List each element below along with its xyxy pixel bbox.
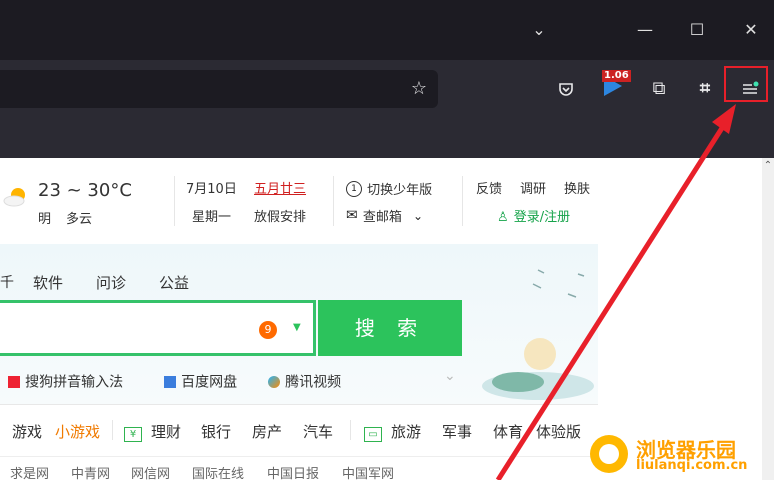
extensions-puzzle-icon[interactable]: ⧉ [644, 74, 674, 104]
quick-link-label: 搜狗拼音输入法 [25, 374, 124, 391]
nav-mini-game[interactable]: 小游戏 [55, 421, 100, 442]
user-icon: ♙ [497, 210, 509, 225]
mail-label: 查邮箱 [362, 210, 402, 225]
maximize-icon[interactable]: ☐ [680, 15, 714, 45]
finance-icon: ¥ [124, 422, 142, 442]
title-bar: ⌄ — ☐ ✕ [0, 0, 774, 60]
highlight-box [724, 66, 768, 102]
crop-icon[interactable]: ⌗ [690, 74, 720, 104]
chevron-down-icon[interactable]: ⌄ [522, 15, 556, 45]
tab-software[interactable]: 软件 [33, 272, 63, 293]
nav-game[interactable]: 游戏 [12, 421, 42, 442]
tab-prefix: 千 [0, 275, 14, 291]
tab-charity[interactable]: 公益 [159, 272, 189, 293]
news-link[interactable]: 中国日报 [267, 463, 319, 482]
nav-bank[interactable]: 银行 [201, 421, 231, 442]
youth-mode-link[interactable]: 1 切换少年版 [346, 178, 432, 198]
holiday-link[interactable]: 放假安排 [254, 206, 306, 225]
chevron-down-icon[interactable]: ⌄ [413, 209, 423, 223]
nav-house[interactable]: 房产 [252, 421, 282, 442]
nav-sports[interactable]: 体育 [493, 421, 523, 442]
divider [0, 456, 598, 457]
tab-consult[interactable]: 问诊 [96, 272, 126, 293]
weather-condition: 多云 [66, 212, 93, 227]
baidu-pan-icon [164, 375, 176, 388]
extension-button[interactable]: 1.06 [600, 68, 631, 98]
youth-icon: 1 [346, 180, 362, 197]
news-link[interactable]: 网信网 [131, 463, 170, 482]
login-link[interactable]: ♙ 登录/注册 [497, 206, 570, 225]
divider [174, 176, 175, 226]
divider [350, 420, 351, 440]
nav-car[interactable]: 汽车 [303, 421, 333, 442]
close-icon[interactable]: ✕ [734, 15, 768, 45]
divider [112, 420, 113, 440]
mail-link[interactable]: ✉ 查邮箱 ⌄ [346, 205, 423, 226]
watermark-url: liulanqi.com.cn [636, 458, 748, 473]
quick-link-label: 百度网盘 [181, 374, 238, 391]
search-suggest-badge: 9 [259, 321, 277, 339]
quick-link-baidu-pan[interactable]: 百度网盘 [164, 371, 237, 392]
bookmarks-bar [0, 118, 774, 159]
divider [333, 176, 334, 226]
news-link[interactable]: 求是网 [10, 463, 49, 482]
survey-link[interactable]: 调研 [520, 178, 546, 197]
chevron-down-icon[interactable]: ⌄ [444, 368, 456, 384]
scroll-up-icon[interactable]: ⌃ [762, 160, 774, 171]
youth-mode-label: 切换少年版 [367, 183, 433, 198]
address-bar[interactable] [0, 70, 438, 108]
lotus-illustration [482, 269, 594, 400]
nav-finance[interactable]: 理财 [151, 421, 181, 442]
quick-link-label: 腾讯视频 [285, 374, 342, 391]
login-label: 登录/注册 [513, 210, 571, 225]
dropdown-triangle-icon[interactable]: ▼ [293, 322, 301, 333]
mail-icon: ✉ [346, 207, 358, 224]
tencent-video-icon [268, 375, 280, 388]
calendar-weekday: 星期一 [192, 210, 232, 225]
quick-link-tencent-video[interactable]: 腾讯视频 [268, 371, 341, 392]
news-link[interactable]: 中国军网 [342, 463, 394, 482]
pocket-icon[interactable] [551, 74, 581, 104]
weather-day: 明 [38, 212, 52, 227]
feedback-link[interactable]: 反馈 [476, 178, 502, 197]
scrollbar[interactable]: ⌃ [762, 158, 774, 480]
weather-temp: 23 ~ 30°C [38, 180, 132, 201]
nav-military[interactable]: 军事 [442, 421, 472, 442]
search-button[interactable]: 搜 索 [318, 300, 462, 356]
nav-trial[interactable]: 体验版 [536, 421, 581, 442]
nav-travel[interactable]: 旅游 [391, 421, 421, 442]
quick-link-sogou[interactable]: 搜狗拼音输入法 [8, 371, 123, 392]
minimize-icon[interactable]: — [628, 15, 662, 45]
star-bookmark-icon[interactable]: ☆ [404, 74, 434, 104]
news-link[interactable]: 中青网 [71, 463, 110, 482]
extension-badge: 1.06 [602, 70, 631, 82]
calendar-date: 7月10日 [186, 182, 237, 197]
skin-link[interactable]: 换肤 [564, 178, 590, 197]
lunar-date-link[interactable]: 五月廿三 [254, 178, 306, 197]
divider [462, 176, 463, 226]
weather-sun-icon [2, 184, 30, 208]
watermark-logo [590, 435, 628, 473]
navigation-toolbar: ☆ 1.06 ⧉ ⌗ [0, 60, 774, 118]
travel-icon: ▭ [364, 422, 382, 442]
news-link[interactable]: 国际在线 [192, 463, 244, 482]
sogou-icon [8, 375, 20, 388]
